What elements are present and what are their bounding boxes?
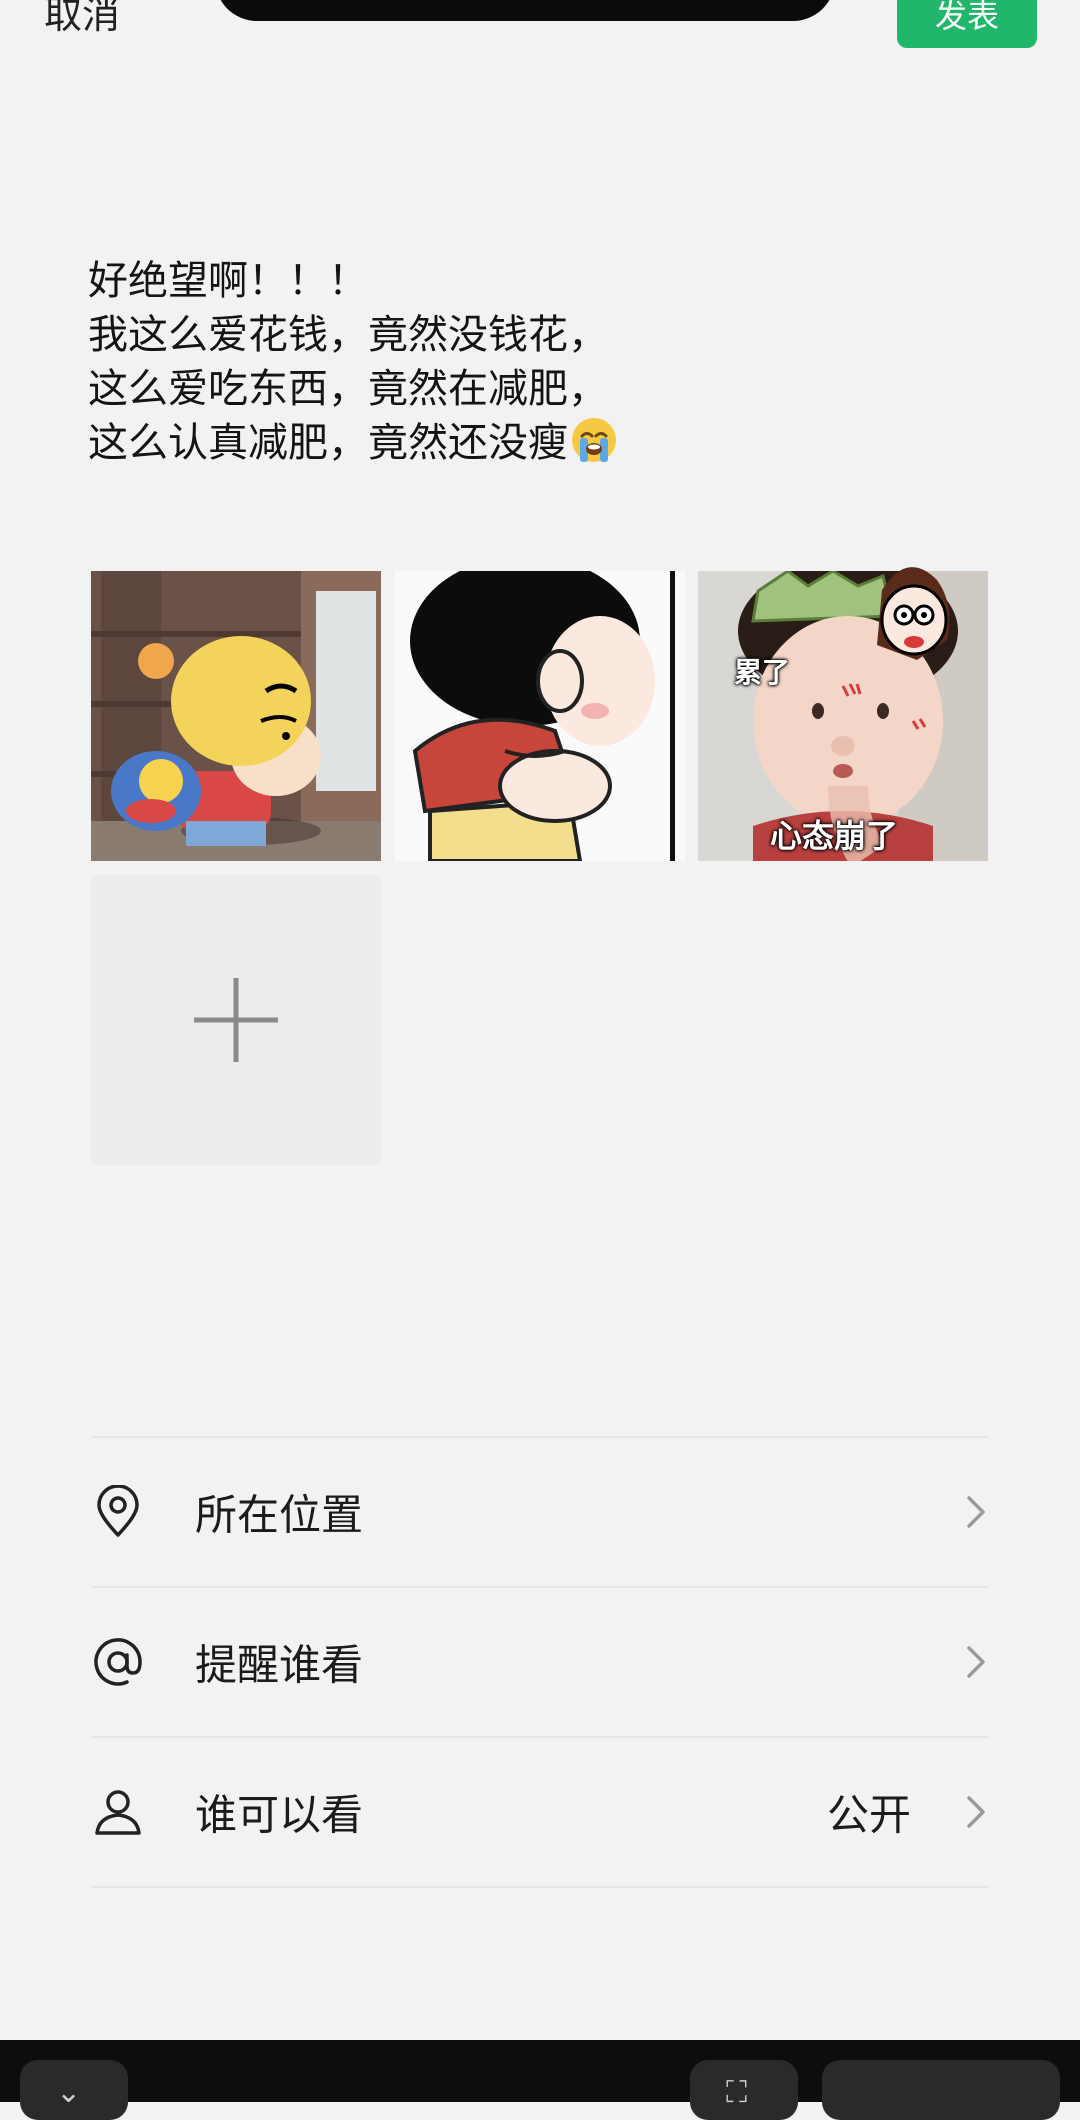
loudly-crying-face-icon: [572, 418, 616, 462]
post-text-input[interactable]: 好绝望啊！！！ 我这么爱花钱，竟然没钱花， 这么爱吃东西，竟然在减肥， 这么认真…: [88, 254, 1008, 470]
sticker-caption-tired: 累了: [734, 656, 791, 689]
location-row[interactable]: 所在位置: [91, 1438, 989, 1586]
image-thumbnail-1[interactable]: [91, 571, 381, 861]
post-line: 好绝望啊！！！: [88, 258, 368, 304]
crayon-shin-chan-backpack-sticker: [91, 571, 381, 861]
expand-icon: ⛶: [726, 2075, 747, 2110]
image-thumbnail-2[interactable]: [395, 571, 685, 861]
post-line: 这么认真减肥，竟然还没瘦: [88, 416, 1008, 470]
publish-button[interactable]: 发表: [897, 0, 1037, 48]
at-sign-icon: [94, 1638, 142, 1686]
chevron-right-icon: [967, 1496, 985, 1528]
visibility-value: 公开: [826, 1790, 911, 1840]
sticker-caption-breakdown: 心态崩了: [770, 817, 899, 855]
mention-row[interactable]: 提醒谁看: [91, 1588, 989, 1736]
divider: [91, 1886, 989, 1888]
visibility-row[interactable]: 谁可以看 公开: [91, 1738, 989, 1886]
post-line-text: 这么认真减肥，竟然还没瘦: [88, 420, 568, 466]
plus-icon: [194, 978, 278, 1062]
person-icon: [95, 1790, 141, 1835]
chevron-right-icon: [967, 1646, 985, 1678]
visibility-label: 谁可以看: [195, 1790, 364, 1840]
camera-notch: [215, 0, 835, 21]
cancel-button[interactable]: 取消: [44, 0, 120, 39]
add-image-button[interactable]: [91, 875, 381, 1165]
post-line: 这么爱吃东西，竟然在减肥，: [88, 366, 608, 412]
chevron-right-icon: [967, 1796, 985, 1828]
post-line: 我这么爱花钱，竟然没钱花，: [88, 312, 608, 358]
keyboard-toolbar-button[interactable]: [822, 2060, 1060, 2120]
chevron-down-icon: ⌄: [56, 2075, 82, 2110]
crayon-shin-chan-belly-sticker: [395, 571, 685, 861]
location-label: 所在位置: [195, 1490, 364, 1540]
location-pin-icon: [97, 1485, 139, 1537]
cartoon-face-badge-icon: [877, 567, 950, 660]
mention-label: 提醒谁看: [195, 1640, 364, 1690]
